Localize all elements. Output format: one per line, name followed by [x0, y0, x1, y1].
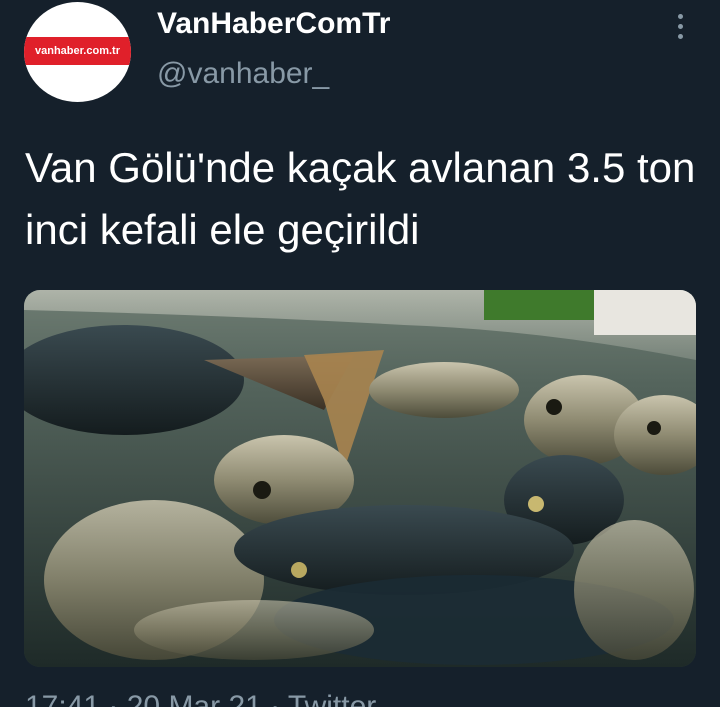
tweet-text: Van Gölü'nde kaçak avlanan 3.5 ton inci … — [25, 144, 696, 253]
tweet-timestamp[interactable]: 17:41 · 20 Mar 21 · Twitter — [25, 690, 376, 707]
tweet-photo[interactable] — [24, 290, 696, 667]
avatar-logo-band: vanhaber.com.tr — [24, 37, 131, 65]
user-handle[interactable]: @vanhaber_ — [157, 55, 329, 93]
display-name[interactable]: VanHaberComTr — [157, 5, 390, 43]
avatar-logo-text: vanhaber.com.tr — [35, 45, 120, 57]
avatar[interactable]: vanhaber.com.tr — [24, 2, 131, 102]
more-vertical-icon — [677, 13, 683, 19]
fish-photo-illustration — [24, 290, 696, 667]
more-options-button[interactable] — [668, 10, 692, 42]
